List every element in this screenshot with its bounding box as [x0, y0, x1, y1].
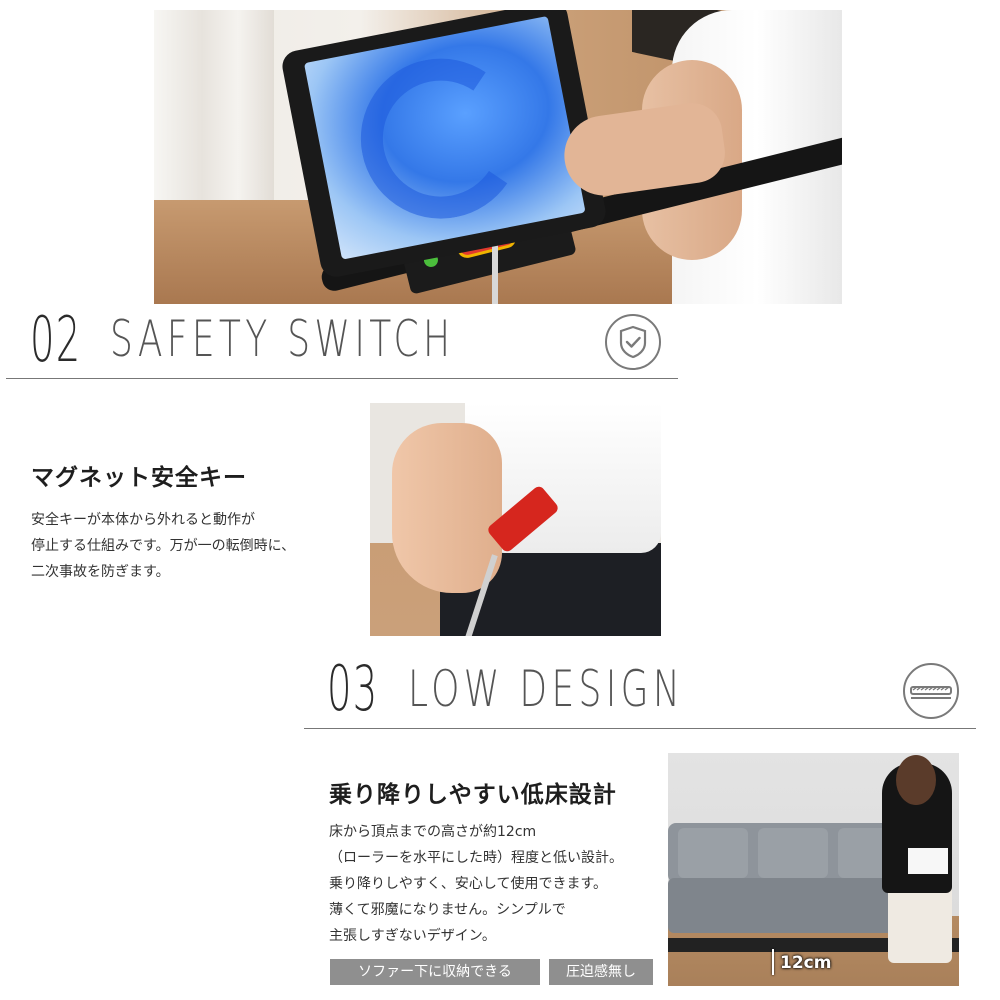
section-title: LOW DESIGN [408, 660, 685, 718]
height-label: 12cm [780, 953, 832, 973]
description-line: 薄くて邪魔になりません。シンプルで [329, 902, 566, 918]
low-profile-treadmill-icon [903, 663, 959, 719]
feature-tag: 圧迫感無し [549, 959, 653, 985]
description-line: （ローラーを水平にした時）程度と低い設計。 [329, 850, 623, 866]
person-hand [392, 423, 502, 593]
feature-tag: ソファー下に収納できる [330, 959, 540, 985]
shield-check-icon [605, 314, 661, 370]
section-number: 02 [30, 303, 82, 376]
height-arrow [772, 949, 774, 975]
book [908, 848, 948, 874]
treadmill-under-sofa-photo: 12cm [668, 753, 959, 986]
wallpaper-swirl [347, 44, 535, 233]
safety-key-cord [492, 238, 498, 304]
low-design-description: 床から頂点までの高さが約12cm （ローラーを水平にした時）程度と低い設計。 乗… [329, 819, 623, 949]
shield-check-icon-svg [619, 325, 647, 359]
description-line: 停止する仕組みです。万が一の転倒時に、 [31, 538, 296, 554]
section-number: 03 [327, 652, 379, 725]
section-title: SAFETY SWITCH [110, 310, 455, 368]
description-line: 床から頂点までの高さが約12cm [329, 824, 537, 840]
description-line: 二次事故を防ぎます。 [31, 564, 170, 580]
sofa-cushion [678, 828, 748, 878]
safety-key-description: 安全キーが本体から外れると動作が 停止する仕組みです。万が一の転倒時に、 二次事… [31, 507, 295, 585]
tablet-on-treadmill-photo [154, 10, 842, 304]
tablet-screen [303, 16, 586, 260]
description-line: 安全キーが本体から外れると動作が [31, 512, 255, 528]
sofa-cushion [758, 828, 828, 878]
section-divider [6, 378, 678, 379]
person-head [896, 755, 936, 805]
low-profile-treadmill-icon-svg [910, 686, 952, 699]
description-line: 主張しすぎないデザイン。 [329, 928, 496, 944]
safety-key-heading: マグネット安全キー [31, 465, 247, 491]
section-divider [304, 728, 976, 729]
low-design-heading: 乗り降りしやすい低床設計 [329, 782, 617, 808]
description-line: 乗り降りしやすく、安心して使用できます。 [329, 876, 608, 892]
magnetic-safety-key-photo [370, 403, 661, 636]
